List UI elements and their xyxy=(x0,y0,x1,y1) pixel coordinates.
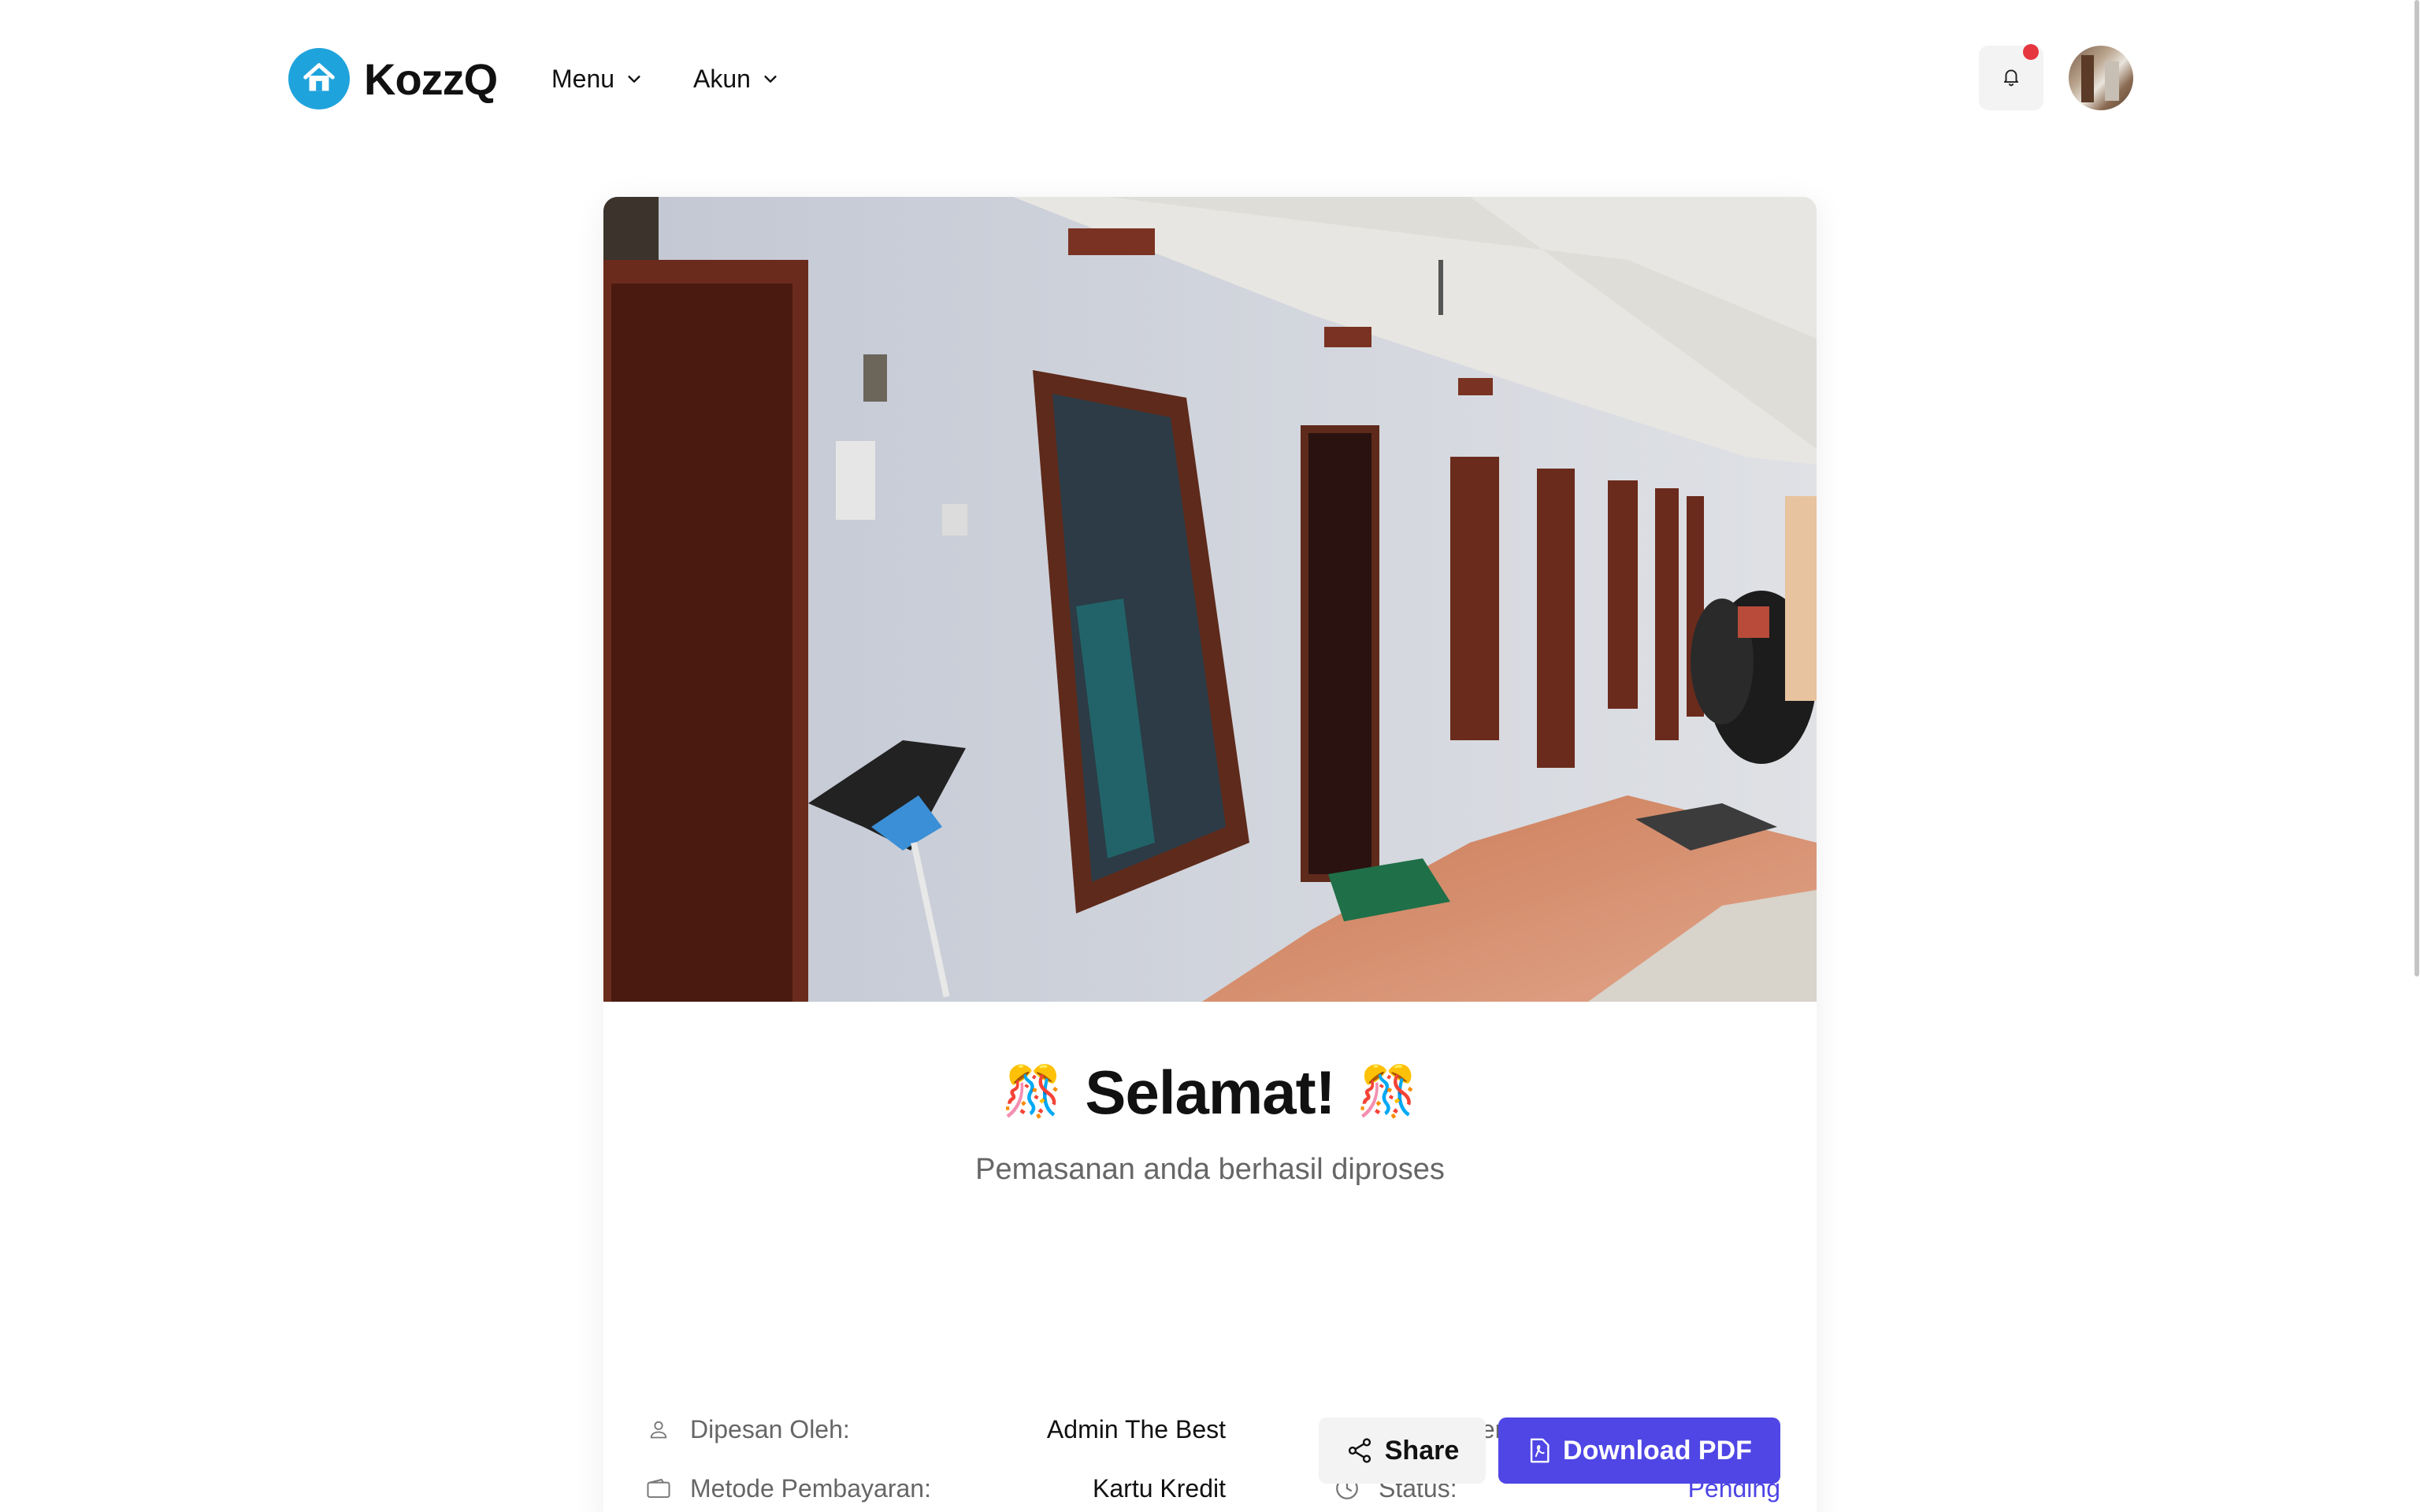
detail-payment-method: Metode Pembayaran: Kartu Kredit xyxy=(643,1469,1226,1508)
nav-menu-label: Menu xyxy=(551,64,615,93)
booking-success-card: 🎊 Selamat! 🎊 Pemasanan anda berhasil dip… xyxy=(603,197,1817,1512)
nav-menu-dropdown[interactable]: Menu xyxy=(551,58,643,99)
download-pdf-label: Download PDF xyxy=(1563,1435,1752,1466)
notification-badge xyxy=(2023,44,2039,60)
pdf-icon xyxy=(1527,1437,1552,1464)
top-navbar: KozzQ Menu Akun xyxy=(0,0,2420,158)
nav-akun-label: Akun xyxy=(693,64,751,93)
share-icon xyxy=(1345,1436,1374,1465)
share-label: Share xyxy=(1384,1435,1460,1466)
confetti-icon: 🎊 xyxy=(1002,1065,1063,1119)
detail-label: Metode Pembayaran: xyxy=(690,1473,931,1503)
share-button[interactable]: Share xyxy=(1319,1418,1486,1484)
brand-link[interactable]: KozzQ xyxy=(288,47,498,110)
page-title: Selamat! xyxy=(1085,1057,1335,1127)
download-pdf-button[interactable]: Download PDF xyxy=(1498,1418,1780,1484)
success-title: 🎊 Selamat! 🎊 xyxy=(603,1049,1817,1136)
user-avatar[interactable] xyxy=(2069,46,2133,110)
chevron-down-icon xyxy=(762,70,779,87)
detail-label: Dipesan Oleh: xyxy=(690,1414,850,1443)
success-subtitle: Pemasanan anda berhasil diproses xyxy=(975,1153,1445,1186)
bell-icon xyxy=(2001,66,2021,91)
chevron-down-icon xyxy=(625,70,643,87)
home-icon xyxy=(288,48,350,109)
user-icon xyxy=(643,1414,674,1445)
brand-name: KozzQ xyxy=(364,54,498,104)
confetti-icon: 🎊 xyxy=(1357,1065,1418,1119)
nav-akun-dropdown[interactable]: Akun xyxy=(693,58,779,99)
detail-ordered-by: Dipesan Oleh: Admin The Best xyxy=(643,1410,1226,1449)
notification-button[interactable] xyxy=(1979,44,2043,110)
detail-value: Admin The Best xyxy=(1046,1414,1226,1443)
kos-corridor-photo xyxy=(603,197,1817,1002)
wallet-icon xyxy=(643,1473,674,1504)
detail-value: Kartu Kredit xyxy=(1093,1473,1226,1503)
page-scrollbar[interactable] xyxy=(2414,0,2420,1512)
